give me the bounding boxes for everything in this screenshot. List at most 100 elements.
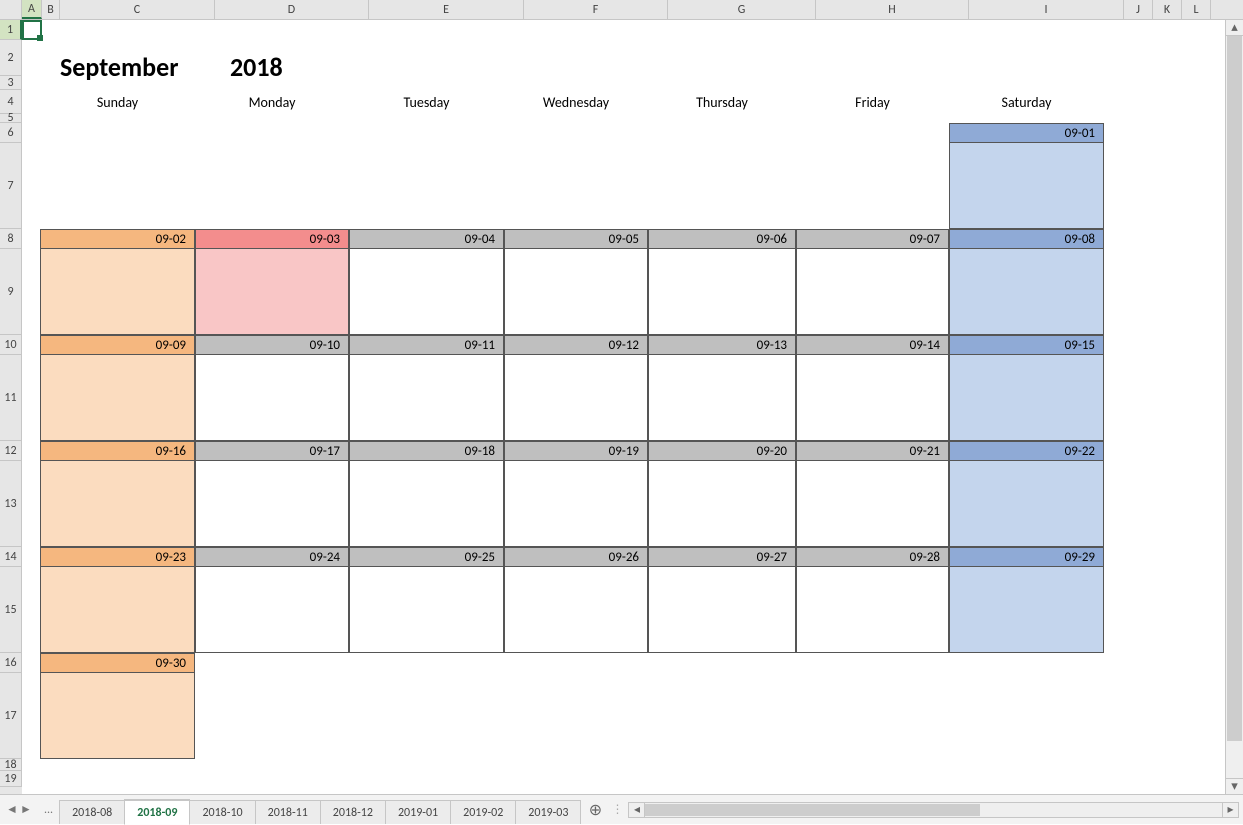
day-head-09-18[interactable]: 09-18	[349, 441, 504, 461]
tab-resize-handle[interactable]: ⋮	[610, 795, 624, 824]
row-header-18[interactable]: 18	[0, 759, 22, 771]
day-head-09-20[interactable]: 09-20	[648, 441, 796, 461]
day-body-09-12[interactable]	[504, 355, 648, 441]
day-head-09-14[interactable]: 09-14	[796, 335, 949, 355]
day-head-09-06[interactable]: 09-06	[648, 229, 796, 249]
new-sheet-button[interactable]: ⊕	[580, 795, 610, 824]
row-header-16[interactable]: 16	[0, 653, 22, 673]
column-header-A[interactable]: A	[22, 0, 42, 19]
day-head-09-04[interactable]: 09-04	[349, 229, 504, 249]
row-header-12[interactable]: 12	[0, 441, 22, 461]
sheet-tab-2018-12[interactable]: 2018-12	[320, 800, 386, 824]
day-body-09-06[interactable]	[648, 249, 796, 335]
row-header-3[interactable]: 3	[0, 76, 22, 90]
day-body-09-22[interactable]	[949, 461, 1104, 547]
row-header-14[interactable]: 14	[0, 547, 22, 567]
day-head-09-27[interactable]: 09-27	[648, 547, 796, 567]
day-body-09-01[interactable]	[949, 143, 1104, 229]
day-head-09-25[interactable]: 09-25	[349, 547, 504, 567]
column-header-H[interactable]: H	[816, 0, 969, 19]
day-head-09-30[interactable]: 09-30	[40, 653, 195, 673]
row-header-19[interactable]: 19	[0, 771, 22, 787]
day-body-09-09[interactable]	[40, 355, 195, 441]
day-head-09-05[interactable]: 09-05	[504, 229, 648, 249]
day-head-09-07[interactable]: 09-07	[796, 229, 949, 249]
horizontal-scrollbar[interactable]: ◂ ▸	[624, 795, 1243, 824]
day-body-09-28[interactable]	[796, 567, 949, 653]
day-body-09-05[interactable]	[504, 249, 648, 335]
day-head-09-09[interactable]: 09-09	[40, 335, 195, 355]
day-head-09-08[interactable]: 09-08	[949, 229, 1104, 249]
row-header-8[interactable]: 8	[0, 229, 22, 249]
row-header-5[interactable]: 5	[0, 114, 22, 123]
scroll-right-icon[interactable]: ▸	[1222, 803, 1238, 817]
day-head-09-13[interactable]: 09-13	[648, 335, 796, 355]
day-head-09-16[interactable]: 09-16	[40, 441, 195, 461]
day-body-09-10[interactable]	[195, 355, 349, 441]
column-header-E[interactable]: E	[369, 0, 524, 19]
sheet-tab-2018-08[interactable]: 2018-08	[59, 800, 125, 824]
day-head-09-22[interactable]: 09-22	[949, 441, 1104, 461]
day-body-09-30[interactable]	[40, 673, 195, 759]
column-header-K[interactable]: K	[1153, 0, 1182, 19]
column-header-D[interactable]: D	[215, 0, 369, 19]
vertical-scrollbar[interactable]: ▴ ▾	[1225, 20, 1243, 794]
day-head-09-28[interactable]: 09-28	[796, 547, 949, 567]
day-body-09-07[interactable]	[796, 249, 949, 335]
column-header-J[interactable]: J	[1124, 0, 1153, 19]
row-header-10[interactable]: 10	[0, 335, 22, 355]
day-head-09-11[interactable]: 09-11	[349, 335, 504, 355]
day-body-09-08[interactable]	[949, 249, 1104, 335]
select-all-corner[interactable]	[0, 0, 22, 19]
row-header-6[interactable]: 6	[0, 123, 22, 143]
tab-next-icon[interactable]: ►	[20, 804, 32, 816]
day-head-09-19[interactable]: 09-19	[504, 441, 648, 461]
column-header-I[interactable]: I	[969, 0, 1124, 19]
sheet-tab-2018-09[interactable]: 2018-09	[124, 799, 190, 825]
day-body-09-17[interactable]	[195, 461, 349, 547]
day-head-09-02[interactable]: 09-02	[40, 229, 195, 249]
column-header-F[interactable]: F	[524, 0, 668, 19]
row-header-7[interactable]: 7	[0, 143, 22, 229]
tab-prev-icon[interactable]: ◄	[6, 804, 18, 816]
day-head-09-24[interactable]: 09-24	[195, 547, 349, 567]
day-head-09-17[interactable]: 09-17	[195, 441, 349, 461]
day-head-09-12[interactable]: 09-12	[504, 335, 648, 355]
row-header-15[interactable]: 15	[0, 567, 22, 653]
vscroll-thumb[interactable]	[1227, 36, 1242, 741]
row-header-11[interactable]: 11	[0, 355, 22, 441]
sheet-tab-2018-10[interactable]: 2018-10	[189, 800, 255, 824]
day-body-09-27[interactable]	[648, 567, 796, 653]
day-head-09-03[interactable]: 09-03	[195, 229, 349, 249]
scroll-left-icon[interactable]: ◂	[629, 803, 645, 817]
sheet-tab-2019-02[interactable]: 2019-02	[450, 800, 516, 824]
day-body-09-23[interactable]	[40, 567, 195, 653]
day-head-09-23[interactable]: 09-23	[40, 547, 195, 567]
sheet-tab-2018-11[interactable]: 2018-11	[255, 800, 321, 824]
scroll-up-icon[interactable]: ▴	[1226, 20, 1243, 36]
day-head-09-29[interactable]: 09-29	[949, 547, 1104, 567]
day-body-09-29[interactable]	[949, 567, 1104, 653]
day-head-09-15[interactable]: 09-15	[949, 335, 1104, 355]
day-head-09-21[interactable]: 09-21	[796, 441, 949, 461]
day-body-09-20[interactable]	[648, 461, 796, 547]
column-header-L[interactable]: L	[1182, 0, 1211, 19]
day-body-09-21[interactable]	[796, 461, 949, 547]
day-body-09-26[interactable]	[504, 567, 648, 653]
cells-area[interactable]: September 2018 SundayMondayTuesdayWednes…	[22, 20, 1225, 794]
day-body-09-19[interactable]	[504, 461, 648, 547]
row-header-2[interactable]: 2	[0, 40, 22, 76]
sheet-tab-2019-03[interactable]: 2019-03	[515, 800, 581, 824]
row-header-9[interactable]: 9	[0, 249, 22, 335]
sheet-tab-2019-01[interactable]: 2019-01	[385, 800, 451, 824]
day-head-09-10[interactable]: 09-10	[195, 335, 349, 355]
scroll-down-icon[interactable]: ▾	[1226, 778, 1243, 794]
column-header-B[interactable]: B	[42, 0, 60, 19]
day-body-09-16[interactable]	[40, 461, 195, 547]
day-body-09-18[interactable]	[349, 461, 504, 547]
column-header-G[interactable]: G	[668, 0, 816, 19]
day-body-09-11[interactable]	[349, 355, 504, 441]
hscroll-thumb[interactable]	[645, 804, 980, 816]
day-body-09-14[interactable]	[796, 355, 949, 441]
day-head-09-01[interactable]: 09-01	[949, 123, 1104, 143]
